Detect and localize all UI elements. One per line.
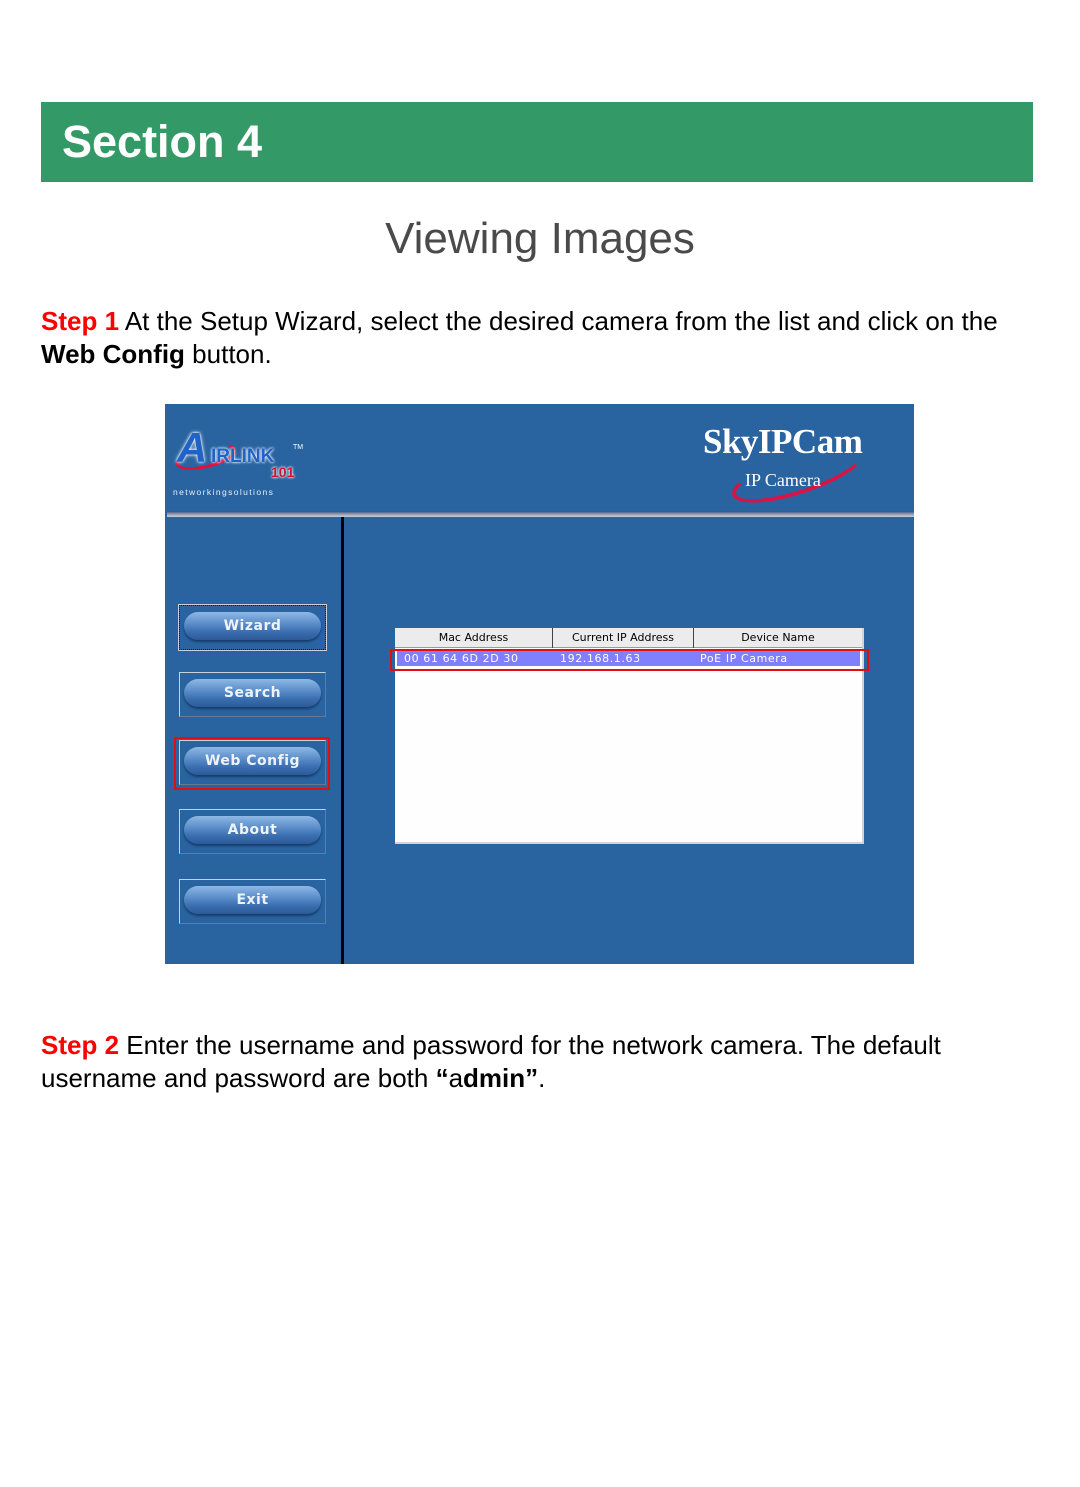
sidebar-divider (341, 517, 344, 964)
app-header: A IRLINK TM 101 networkingsolutions SkyI… (165, 404, 914, 515)
search-button-label: Search (223, 685, 282, 701)
step-2-bold-term: dmin (463, 1063, 526, 1093)
airlink-logo-wordmark: IRLINK (211, 446, 275, 467)
exit-button-label: Exit (236, 892, 269, 908)
wizard-button-label: Wizard (223, 618, 282, 634)
airlink-logo-number: 101 (271, 464, 295, 480)
about-button[interactable]: About (179, 809, 326, 854)
column-header-device-name[interactable]: Device Name (694, 631, 862, 644)
column-header-mac[interactable]: Mac Address (395, 631, 552, 644)
setup-wizard-screenshot: A IRLINK TM 101 networkingsolutions SkyI… (165, 404, 914, 964)
skyipcam-subtitle: IP Camera (745, 470, 821, 490)
step-1-paragraph: Step 1 At the Setup Wizard, select the d… (41, 305, 1041, 371)
step-1-bold-term: Web Config (41, 339, 185, 369)
step-2-quote-close: ” (525, 1063, 539, 1093)
web-config-highlight-box (174, 737, 330, 790)
step-2-paragraph: Step 2 Enter the username and password f… (41, 1029, 1041, 1095)
step-1-text-end: button. (184, 339, 272, 369)
step-2-text-end: . (538, 1063, 546, 1093)
column-header-ip[interactable]: Current IP Address (553, 631, 693, 644)
skyipcam-logo: SkyIPCam IP Camera (695, 422, 895, 515)
exit-button[interactable]: Exit (179, 879, 326, 924)
airlink-logo-letter: A (177, 424, 208, 471)
search-button[interactable]: Search (179, 672, 326, 717)
page-title: Viewing Images (385, 214, 695, 263)
step-1-label: Step 1 (41, 306, 120, 336)
airlink-tagline: networkingsolutions (173, 487, 275, 497)
step-2-label: Step 2 (41, 1030, 120, 1060)
camera-list-header: Mac Address Current IP Address Device Na… (395, 628, 862, 648)
section-label: Section 4 (62, 116, 263, 167)
airlink-trademark: TM (293, 444, 304, 451)
header-divider (167, 511, 914, 517)
airlink-logo: A IRLINK TM 101 networkingsolutions (173, 424, 303, 504)
step-2-quote-open: “ (435, 1063, 449, 1093)
wizard-button[interactable]: Wizard (178, 604, 327, 651)
skyipcam-brand: SkyIPCam (703, 422, 863, 461)
step-1-text: At the Setup Wizard, select the desired … (119, 306, 998, 336)
about-button-label: About (227, 822, 278, 838)
selected-row-highlight-box (390, 649, 869, 671)
section-header-bar: Section 4 (41, 102, 1033, 182)
step-2-plain-a: a (448, 1063, 464, 1093)
